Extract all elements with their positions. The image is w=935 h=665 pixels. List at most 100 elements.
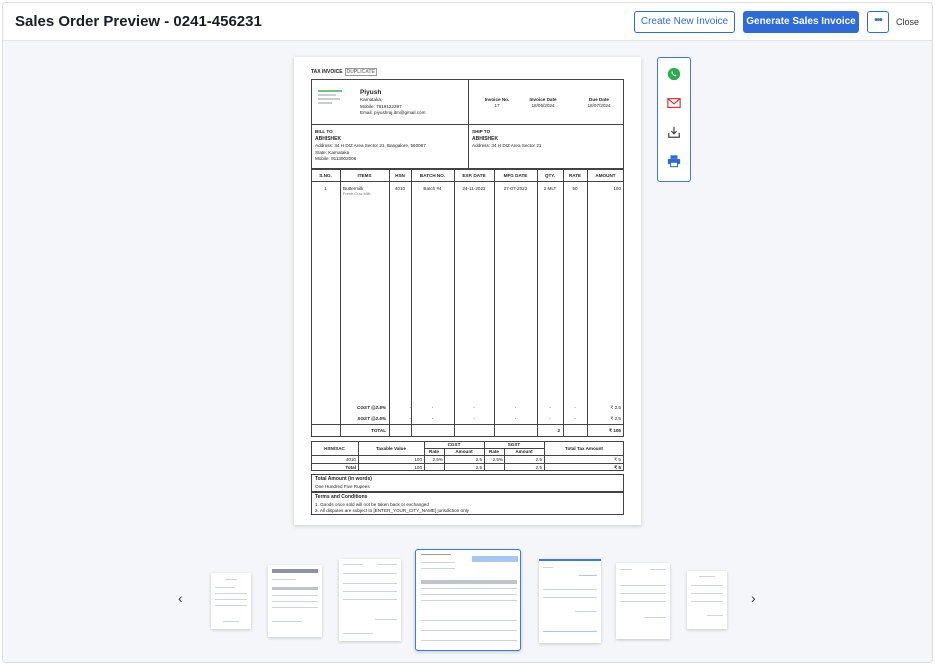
download-icon[interactable] [666, 125, 682, 141]
dash: - [514, 405, 517, 410]
item-qty: 2 MLT [543, 186, 557, 191]
hsn-col-taxable: Taxable Value [375, 446, 407, 451]
dash: - [473, 405, 475, 410]
terms-line-2: 2. All disputes are subject to [ENTER_YO… [315, 508, 469, 513]
col-exp: EXP. DATE [462, 173, 486, 178]
col-qty: QTY. [544, 173, 556, 178]
col-amount: AMOUNT [595, 173, 616, 178]
item-hsn: 4010 [394, 186, 406, 191]
hsn-col-cgst: CGST [447, 442, 461, 447]
item-rate: 50 [572, 186, 578, 191]
hsn-row-total: ₹ 5 [614, 457, 621, 462]
template-thumb-2[interactable] [268, 565, 322, 637]
hsn-col-sgst: SGST [507, 442, 521, 447]
due-date-value: 18/07/2024 [587, 103, 611, 108]
create-new-invoice-button[interactable]: Create New Invoice [634, 11, 735, 33]
hsn-col-hsn: HSN/SAC [324, 446, 345, 451]
item-amount: 100 [613, 186, 621, 191]
hsn-row-hsn: 4010 [345, 457, 356, 462]
col-hsn: HSN [395, 173, 405, 178]
hsn-cgst-rate-head: Rate [429, 449, 439, 454]
bill-to-state: State: Karnataka [315, 150, 350, 155]
total-qty: 2 [557, 428, 560, 433]
total-label: TOTAL [371, 428, 386, 433]
seller-state: Karnataka, [360, 97, 383, 102]
sgst-amount: ₹ 2.5 [610, 416, 621, 421]
template-thumb-6[interactable] [616, 563, 670, 639]
total-amount: ₹ 105 [609, 428, 621, 433]
col-sno: S.NO. [319, 173, 332, 178]
cgst-label: CGST @2.5% [357, 405, 386, 410]
hsn-total-amount: ₹ 5 [614, 465, 621, 470]
hsn-sgst-amount-head: Amount [515, 449, 533, 454]
seller-name: Piyush [360, 89, 382, 96]
ship-to-address: Address: 34 H DIZ Area Sector 21 [472, 143, 542, 148]
hsn-total-taxable: 100 [414, 465, 422, 470]
cgst-amount: ₹ 2.5 [610, 405, 621, 410]
dash: - [431, 405, 434, 410]
dash: - [574, 405, 576, 410]
item-desc: Fresh Cow Milk [343, 191, 371, 196]
ship-to-heading: SHIP TO [472, 129, 491, 134]
invoice-date-value: 18/06/2024 [531, 103, 555, 108]
hsn-total-sgst: 2.5 [535, 465, 542, 470]
chevron-right-icon[interactable]: › [751, 590, 756, 606]
item-mfg: 27-07-2022 [503, 186, 528, 191]
bill-to-mobile: Mobile: 9113902006 [315, 156, 357, 161]
hsn-row-sgst-rate: 2.5% [492, 457, 503, 462]
header-bar: Sales Order Preview - 0241-456231 Create… [3, 3, 932, 41]
hsn-sgst-rate-head: Rate [489, 449, 499, 454]
whatsapp-icon[interactable] [666, 67, 682, 83]
dash: - [409, 416, 411, 421]
dash: - [514, 416, 517, 421]
ship-to-name: ABHISHEK [472, 136, 499, 142]
terms-label: Terms and Conditions [315, 494, 368, 500]
invoice-no-value: 17 [494, 103, 500, 108]
invoice-date-label: Invoice Date [529, 97, 557, 102]
preview-window: Sales Order Preview - 0241-456231 Create… [2, 2, 933, 663]
hsn-col-total: Total Tax Amount [565, 446, 603, 451]
amount-words-label: Total Amount (in words) [315, 476, 372, 482]
amount-words-value: One Hundred Five Rupees [315, 484, 370, 489]
due-date-label: Due Date [589, 97, 609, 102]
item-batch: Batch #4 [423, 186, 442, 191]
chevron-left-icon[interactable]: ‹ [178, 590, 183, 606]
hsn-row-sgst-amt: 2.5 [535, 457, 542, 462]
template-thumb-1[interactable] [211, 573, 251, 629]
share-toolbar [657, 57, 691, 182]
template-thumb-5[interactable] [539, 559, 601, 643]
col-batch: BATCH NO. [419, 173, 446, 178]
col-rate: RATE [568, 173, 582, 178]
col-mfg: MFG DATE [503, 173, 528, 178]
bill-to-address: Address: 34 H DIZ Area Sector 21, Bangal… [315, 143, 426, 148]
template-thumb-7[interactable] [687, 571, 727, 629]
bill-to-heading: BILL TO [315, 129, 333, 134]
dash: - [409, 405, 411, 410]
dash: - [549, 416, 551, 421]
copy-tag: DUPLICATE [344, 68, 377, 76]
hsn-total-cgst: 2.5 [475, 465, 482, 470]
item-sno: 1 [324, 186, 327, 191]
template-carousel: ‹ › [3, 543, 932, 662]
template-thumb-4-selected[interactable] [415, 549, 521, 651]
template-thumb-3[interactable] [339, 559, 401, 641]
email-icon[interactable] [666, 96, 682, 112]
hsn-total-label: Total [345, 465, 356, 470]
seller-email: Email: piyushraj.itm@gmail.com [360, 110, 426, 115]
generate-sales-invoice-button[interactable]: Generate Sales Invoice [743, 11, 859, 33]
print-icon[interactable] [666, 154, 682, 170]
close-button[interactable]: Close [896, 17, 919, 27]
more-options-button[interactable]: ••• [867, 11, 889, 33]
seller-mobile: Mobile: 7619122297 [360, 104, 402, 109]
sgst-label: SGST @2.5% [357, 416, 386, 421]
dash: - [431, 416, 434, 421]
bill-to-name: ABHISHEK [315, 136, 342, 142]
page-title: Sales Order Preview - 0241-456231 [15, 13, 262, 30]
col-items: ITEMS [357, 173, 372, 178]
items-table [311, 169, 624, 437]
dash: - [574, 416, 576, 421]
dash: - [473, 416, 475, 421]
hsn-row-cgst-rate: 2.5% [432, 457, 443, 462]
invoice-preview: TAX INVOICE DUPLICATE Piyush Karnataka, M… [294, 57, 641, 525]
dash: - [549, 405, 551, 410]
